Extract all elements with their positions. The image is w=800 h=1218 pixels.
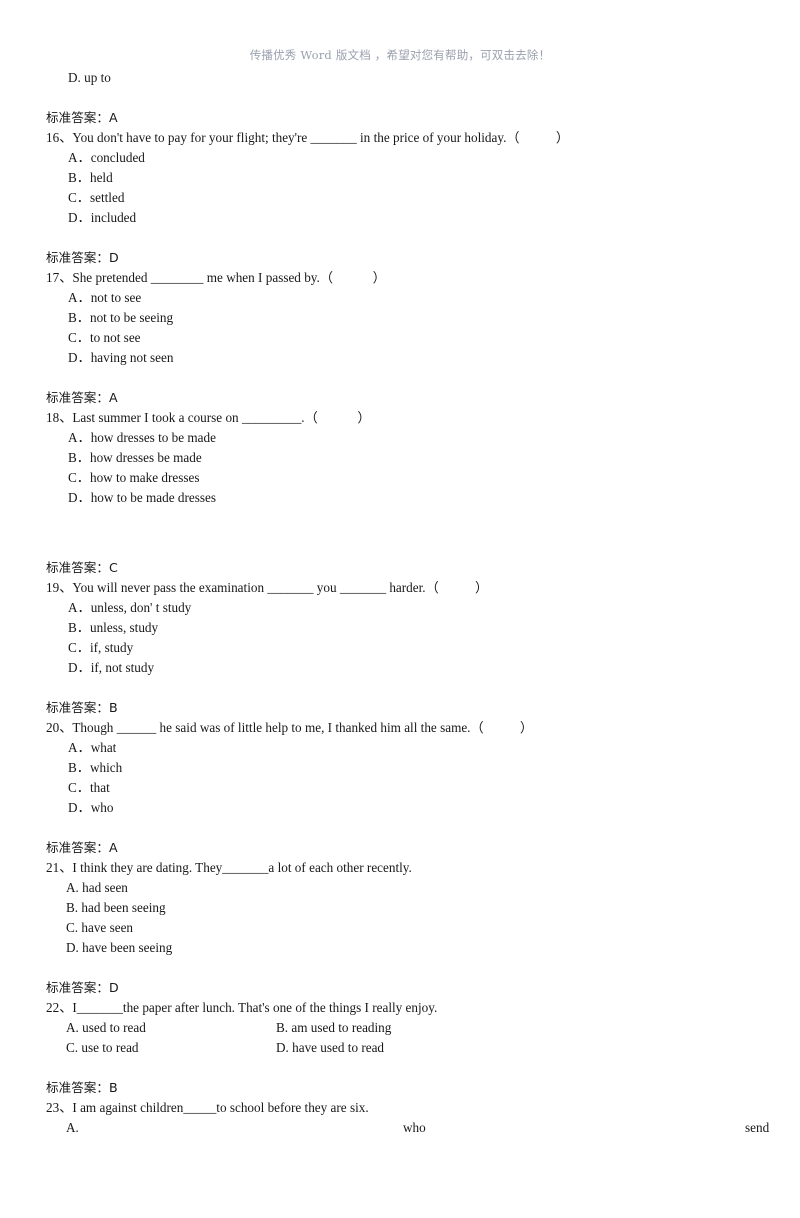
option-17-d: D．having not seen <box>68 350 174 365</box>
option-16-c: C．settled <box>68 190 125 205</box>
option-19-c: C．if, study <box>68 640 134 655</box>
option-20-d: D．who <box>68 800 114 815</box>
question-stem-21: 21、I think they are dating. They_______a… <box>46 860 412 875</box>
option-23-fragment-who: who <box>403 1120 426 1135</box>
option-21-a: A. had seen <box>66 880 128 895</box>
option-row-22-1: A. used to read B. am used to reading <box>46 1018 772 1038</box>
question-stem-16: 16、You don't have to pay for your flight… <box>46 130 570 145</box>
question-stem-18: 18、Last summer I took a course on ______… <box>46 410 371 425</box>
question-stem-17: 17、She pretended ________ me when I pass… <box>46 270 386 285</box>
option-17-c: C．to not see <box>68 330 141 345</box>
answer-key-19: 标准答案：B <box>46 700 118 715</box>
question-stem-19: 19、You will never pass the examination _… <box>46 580 489 595</box>
option-22-c: C. use to read <box>66 1040 139 1055</box>
orphan-option-d: D. up to <box>68 70 111 85</box>
option-19-b: B．unless, study <box>68 620 159 635</box>
document-page: 传播优秀 Word 版文档 ，希望对您有帮助，可双击去除！ D. up to 标… <box>0 0 800 1207</box>
option-row-23: A. who send <box>46 1118 772 1138</box>
answer-key-15: 标准答案：A <box>46 110 118 125</box>
option-19-a: A．unless, don' t study <box>68 600 192 615</box>
option-20-a: A．what <box>68 740 117 755</box>
watermark-header: 传播优秀 Word 版文档 ，希望对您有帮助，可双击去除！ <box>249 48 551 62</box>
option-17-b: B．not to be seeing <box>68 310 174 325</box>
answer-key-16: 标准答案：D <box>46 250 119 265</box>
option-23-fragment-send: send <box>745 1120 770 1135</box>
option-row-22-2: C. use to read D. have used to read <box>46 1038 772 1058</box>
document-content: D. up to 标准答案：A 16、You don't have to pay… <box>46 68 772 1138</box>
option-18-d: D．how to be made dresses <box>68 490 216 505</box>
option-21-c: C. have seen <box>66 920 134 935</box>
option-22-b: B. am used to reading <box>276 1020 392 1035</box>
option-20-b: B．which <box>68 760 123 775</box>
option-20-c: C．that <box>68 780 110 795</box>
option-18-c: C．how to make dresses <box>68 470 200 485</box>
option-19-d: D．if, not study <box>68 660 155 675</box>
option-22-a: A. used to read <box>66 1020 146 1035</box>
option-17-a: A．not to see <box>68 290 142 305</box>
question-stem-23: 23、I am against children_____to school b… <box>46 1100 369 1115</box>
answer-key-22: 标准答案：B <box>46 1080 118 1095</box>
option-16-a: A．concluded <box>68 150 145 165</box>
option-22-d: D. have used to read <box>276 1040 385 1055</box>
option-23-a-label: A. <box>66 1120 79 1135</box>
option-16-b: B．held <box>68 170 113 185</box>
answer-key-20: 标准答案：A <box>46 840 118 855</box>
option-21-d: D. have been seeing <box>66 940 173 955</box>
option-21-b: B. had been seeing <box>66 900 166 915</box>
answer-key-18: 标准答案：C <box>46 560 118 575</box>
option-16-d: D．included <box>68 210 137 225</box>
option-18-a: A．how dresses to be made <box>68 430 216 445</box>
question-stem-20: 20、Though ______ he said was of little h… <box>46 720 534 735</box>
option-18-b: B．how dresses be made <box>68 450 202 465</box>
answer-key-21: 标准答案：D <box>46 980 119 995</box>
question-stem-22: 22、I_______the paper after lunch. That's… <box>46 1000 438 1015</box>
answer-key-17: 标准答案：A <box>46 390 118 405</box>
